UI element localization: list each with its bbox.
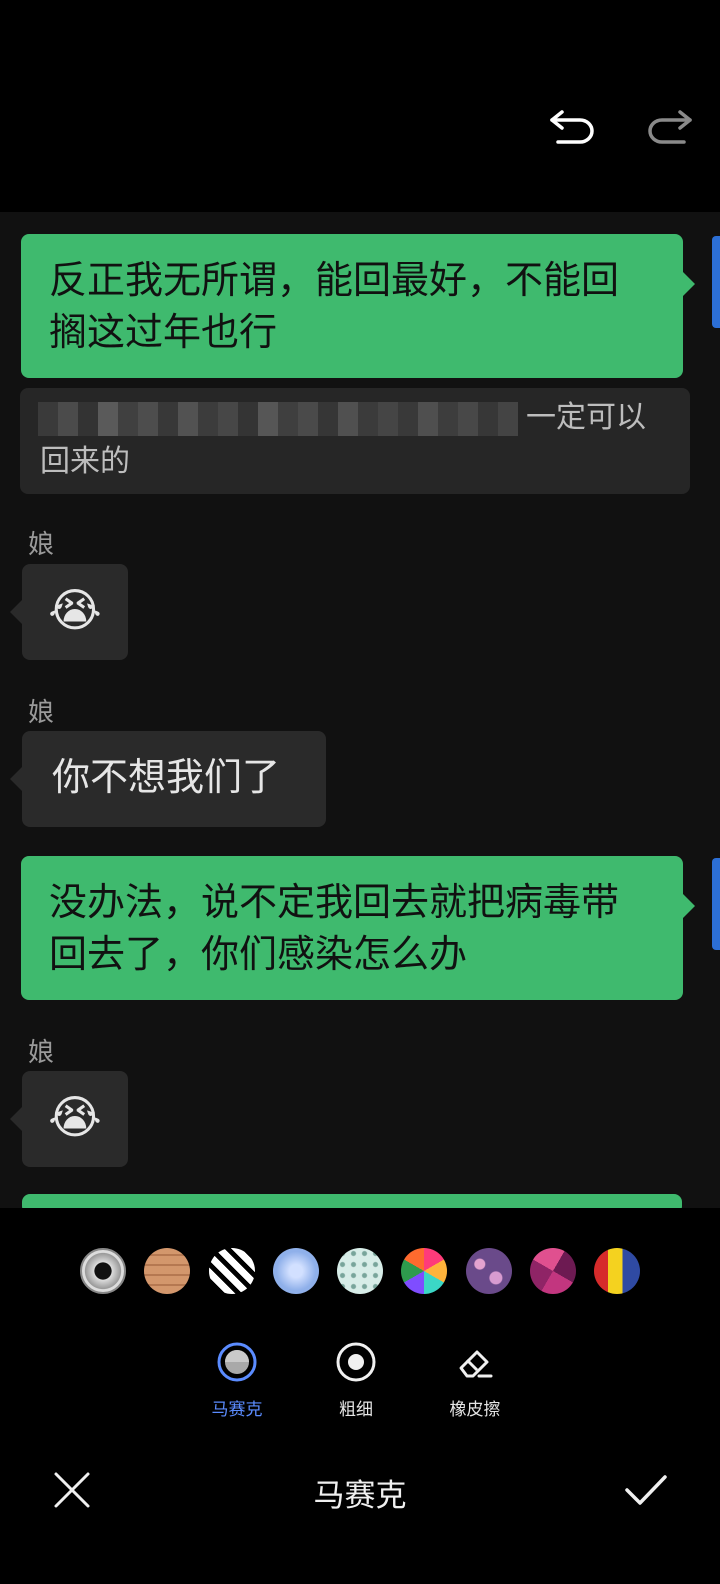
quote-text-line2: 回来的: [40, 444, 130, 479]
tool-label: 马赛克: [211, 1400, 263, 1420]
swatch-ring-mosaic[interactable]: [80, 1248, 126, 1294]
message-text: 你不想我们了: [52, 755, 281, 799]
tool-eraser[interactable]: 橡皮擦: [415, 1342, 535, 1420]
incoming-emoji-message-2: 😭: [10, 1071, 128, 1167]
redo-icon[interactable]: [644, 106, 694, 146]
swatch-magenta-triangles[interactable]: [529, 1248, 576, 1294]
tool-brush-size[interactable]: 粗细: [296, 1342, 416, 1420]
chat-screenshot-canvas[interactable]: 反正我无所谓，能回最好，不能回搁这过年也行 一定可以 回来的 娘 😭 娘 你不想…: [0, 212, 720, 1208]
mosaic-icon: [217, 1342, 257, 1382]
confirm-check-icon[interactable]: [624, 1472, 668, 1508]
page-title: 马赛克: [313, 1478, 407, 1514]
avatar-edge: [712, 858, 720, 950]
sender-name: 娘: [28, 698, 55, 728]
tool-label: 橡皮擦: [449, 1400, 501, 1420]
swatch-purple-floral[interactable]: [465, 1248, 512, 1294]
crying-emoji-icon: 😭: [48, 1090, 102, 1144]
mosaic-toolbar: 马赛克 粗细 橡皮擦 马赛克: [0, 1208, 720, 1584]
outgoing-message-1: 反正我无所谓，能回最好，不能回搁这过年也行: [21, 234, 695, 378]
quote-text-tail: 一定可以: [526, 400, 646, 435]
mosaic-style-picker: [80, 1248, 640, 1294]
swatch-blue-gem[interactable]: [272, 1248, 319, 1294]
avatar-edge: [712, 236, 720, 328]
crying-emoji-icon: 😭: [48, 583, 102, 637]
swatch-dotted-mint[interactable]: [337, 1248, 383, 1294]
sender-name: 娘: [28, 1038, 55, 1068]
swatch-skin-mosaic[interactable]: [144, 1248, 191, 1294]
swatch-colorful-triangles[interactable]: [401, 1248, 448, 1294]
message-text: 没办法，说不定我回去就把病毒带回去了，你们感染怎么办: [49, 880, 620, 976]
top-bar: [0, 0, 720, 212]
message-text: 反正我无所谓，能回最好，不能回搁这过年也行: [49, 258, 620, 354]
undo-icon[interactable]: [548, 106, 598, 146]
mosaic-redaction: [38, 402, 518, 436]
brush-size-icon: [336, 1342, 376, 1382]
quoted-message: 一定可以 回来的: [20, 388, 690, 494]
sender-name: 娘: [28, 530, 55, 560]
tool-label: 粗细: [339, 1400, 373, 1420]
swatch-color-blocks[interactable]: [594, 1248, 640, 1294]
eraser-icon: [459, 1350, 493, 1378]
swatch-black-white-mosaic[interactable]: [208, 1248, 255, 1294]
tool-mosaic[interactable]: 马赛克: [177, 1342, 297, 1420]
outgoing-message-3: 没办法，说不定我回去就把病毒带回去了，你们感染怎么办: [21, 856, 695, 1000]
incoming-emoji-message-1: 😭: [10, 564, 128, 660]
incoming-message-2: 你不想我们了: [10, 731, 326, 827]
outgoing-message-partial: [22, 1194, 682, 1208]
